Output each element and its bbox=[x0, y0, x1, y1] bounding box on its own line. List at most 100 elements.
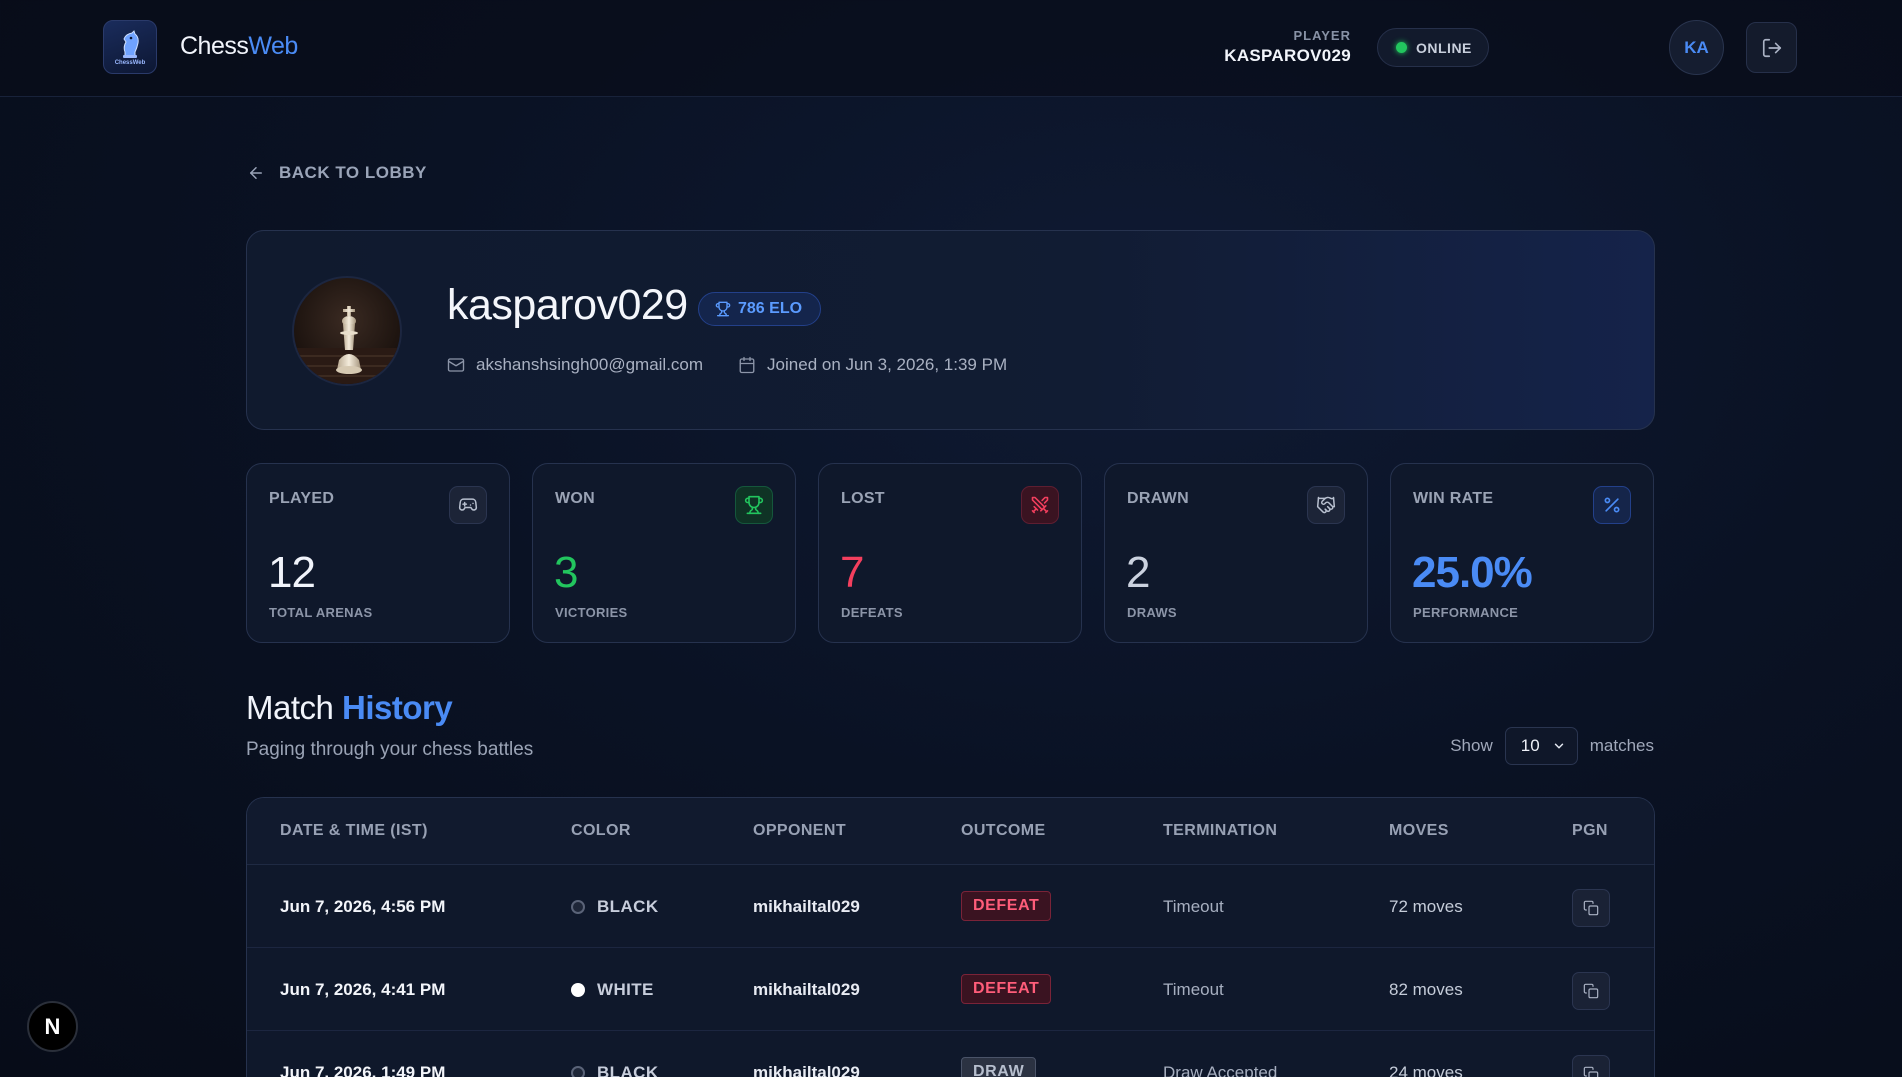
stat-card-lost: LOST 7 DEFEATS bbox=[818, 463, 1082, 643]
outcome-badge: DEFEAT bbox=[961, 974, 1052, 1004]
stat-label: DRAWN bbox=[1127, 490, 1189, 507]
col-outcome: OUTCOME bbox=[961, 822, 1046, 839]
outcome-badge: DEFEAT bbox=[961, 891, 1052, 921]
profile-card: kasparov029 786 ELO akshanshsingh00@gmai… bbox=[246, 230, 1655, 430]
stat-sub: DEFEATS bbox=[841, 605, 903, 620]
percent-icon bbox=[1593, 486, 1631, 524]
table-row[interactable]: Jun 7, 2026, 4:56 PM BLACK mikhailtal029… bbox=[247, 865, 1654, 948]
copy-icon bbox=[1583, 1066, 1599, 1077]
match-history-table: DATE & TIME (IST) COLOR OPPONENT OUTCOME… bbox=[246, 797, 1655, 1077]
outcome-badge: DRAW bbox=[961, 1057, 1037, 1077]
match-opponent[interactable]: mikhailtal029 bbox=[753, 897, 860, 917]
handshake-icon bbox=[1307, 486, 1345, 524]
col-opponent: OPPONENT bbox=[753, 822, 846, 839]
chess-king-icon bbox=[294, 306, 400, 384]
profile-avatar-image bbox=[292, 276, 402, 386]
stat-card-won: WON 3 VICTORIES bbox=[532, 463, 796, 643]
match-moves: 72 moves bbox=[1389, 897, 1463, 916]
chevron-down-icon bbox=[1554, 743, 1563, 749]
logo-caption: ChessWeb bbox=[114, 59, 146, 66]
match-date: Jun 7, 2026, 4:41 PM bbox=[280, 980, 446, 999]
copy-icon bbox=[1583, 900, 1599, 916]
stat-value: 2 bbox=[1126, 548, 1151, 597]
top-header: ChessWeb ChessWeb ONLINE PLAYER KASPAROV… bbox=[0, 0, 1902, 97]
user-avatar[interactable]: KA bbox=[1669, 20, 1724, 75]
col-color: COLOR bbox=[571, 822, 631, 839]
stat-label: LOST bbox=[841, 490, 885, 507]
trophy-icon bbox=[715, 301, 731, 317]
brand-title[interactable]: ChessWeb bbox=[180, 32, 298, 61]
stat-sub: PERFORMANCE bbox=[1413, 605, 1519, 620]
arrow-left-icon bbox=[250, 167, 262, 179]
black-piece-icon bbox=[571, 900, 585, 914]
white-piece-icon bbox=[571, 983, 585, 997]
gamepad-icon bbox=[449, 486, 487, 524]
chessweb-logo[interactable]: ChessWeb bbox=[103, 20, 157, 74]
black-piece-icon bbox=[571, 1066, 585, 1077]
match-date: Jun 7, 2026, 4:56 PM bbox=[280, 897, 446, 916]
swords-icon bbox=[1021, 486, 1059, 524]
mail-icon bbox=[447, 358, 465, 372]
elo-badge: 786 ELO bbox=[698, 292, 822, 326]
dev-tools-badge[interactable]: N bbox=[27, 1001, 78, 1052]
page-size-control: Show 10 matches bbox=[1450, 727, 1654, 765]
copy-pgn-button[interactable] bbox=[1572, 972, 1610, 1010]
stat-sub: VICTORIES bbox=[555, 605, 628, 620]
joined-item: Joined on Jun 3, 2026, 1:39 PM bbox=[738, 355, 1007, 375]
stat-sub: TOTAL ARENAS bbox=[269, 605, 373, 620]
player-label: PLAYER bbox=[1293, 28, 1351, 43]
stat-label: WON bbox=[555, 490, 596, 507]
stat-value: 25.0% bbox=[1412, 548, 1533, 597]
matches-label: matches bbox=[1589, 736, 1654, 755]
calendar-icon bbox=[739, 356, 755, 374]
col-termination: TERMINATION bbox=[1163, 822, 1278, 839]
match-moves: 82 moves bbox=[1389, 980, 1463, 999]
match-moves: 24 moves bbox=[1389, 1063, 1463, 1077]
back-label: BACK TO LOBBY bbox=[279, 163, 427, 182]
match-history-title: Match History bbox=[246, 689, 453, 726]
match-opponent[interactable]: mikhailtal029 bbox=[753, 1063, 860, 1077]
page-size-select[interactable]: 10 bbox=[1504, 727, 1578, 765]
stat-card-win-rate: WIN RATE 25.0% PERFORMANCE bbox=[1390, 463, 1654, 643]
col-moves: MOVES bbox=[1389, 822, 1449, 839]
email-item: akshanshsingh00@gmail.com bbox=[447, 355, 703, 375]
online-status-badge: ONLINE bbox=[1377, 28, 1489, 67]
copy-pgn-button[interactable] bbox=[1572, 889, 1610, 927]
match-color: WHITE bbox=[571, 980, 654, 1000]
knight-icon bbox=[123, 29, 139, 58]
online-dot-icon bbox=[1396, 42, 1407, 53]
match-opponent[interactable]: mikhailtal029 bbox=[753, 980, 860, 1000]
match-date: Jun 7, 2026, 1:49 PM bbox=[280, 1063, 446, 1077]
col-pgn: PGN bbox=[1572, 822, 1608, 839]
copy-pgn-button[interactable] bbox=[1572, 1055, 1610, 1077]
col-date: DATE & TIME (IST) bbox=[280, 822, 428, 839]
back-to-lobby-link[interactable]: BACK TO LOBBY bbox=[247, 163, 427, 183]
profile-email: akshanshsingh00@gmail.com bbox=[476, 355, 704, 374]
stat-sub: DRAWS bbox=[1127, 605, 1177, 620]
stat-label: PLAYED bbox=[269, 490, 335, 507]
stat-card-drawn: DRAWN 2 DRAWS bbox=[1104, 463, 1368, 643]
logout-icon bbox=[1762, 38, 1781, 57]
table-header: DATE & TIME (IST) COLOR OPPONENT OUTCOME… bbox=[247, 798, 1654, 865]
show-label: Show bbox=[1450, 736, 1493, 755]
match-termination: Draw Accepted bbox=[1163, 1063, 1278, 1077]
page-size-value: 10 bbox=[1520, 736, 1540, 755]
stat-card-played: PLAYED 12 TOTAL ARENAS bbox=[246, 463, 510, 643]
stat-label: WIN RATE bbox=[1413, 490, 1494, 507]
profile-joined: Joined on Jun 3, 2026, 1:39 PM bbox=[767, 355, 1008, 374]
table-row[interactable]: Jun 7, 2026, 1:49 PM BLACK mikhailtal029… bbox=[247, 1031, 1654, 1077]
profile-username: kasparov029 bbox=[447, 281, 688, 329]
copy-icon bbox=[1583, 983, 1599, 999]
logout-button[interactable] bbox=[1746, 22, 1797, 73]
player-meta: PLAYER KASPAROV029 bbox=[1224, 28, 1351, 66]
table-row[interactable]: Jun 7, 2026, 4:41 PM WHITE mikhailtal029… bbox=[247, 948, 1654, 1031]
player-name: KASPAROV029 bbox=[1224, 46, 1351, 65]
profile-info: akshanshsingh00@gmail.com Joined on Jun … bbox=[447, 355, 1007, 375]
match-color: BLACK bbox=[571, 1063, 659, 1077]
stat-value: 7 bbox=[840, 548, 865, 597]
match-termination: Timeout bbox=[1163, 980, 1224, 999]
match-termination: Timeout bbox=[1163, 897, 1224, 916]
status-label: ONLINE bbox=[1416, 39, 1472, 56]
match-history-subtitle: Paging through your chess battles bbox=[246, 739, 534, 760]
match-color: BLACK bbox=[571, 897, 659, 917]
